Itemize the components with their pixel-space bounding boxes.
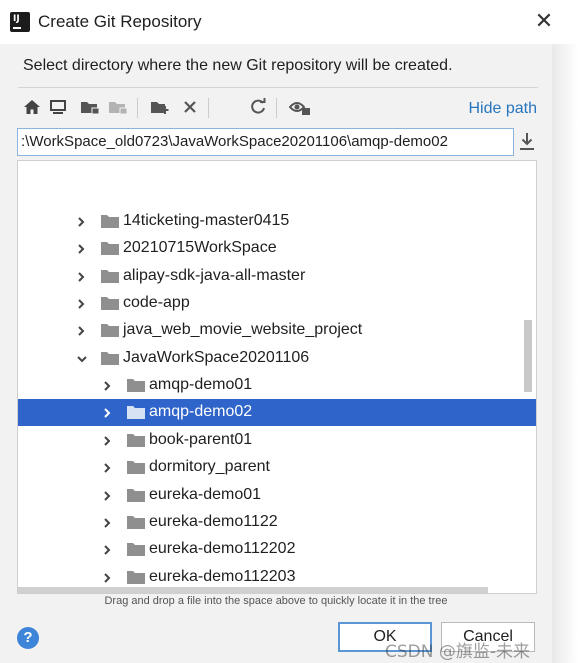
tree-row-label: eureka-demo1122 — [149, 512, 278, 530]
tree-row-label: amqp-demo02 — [149, 403, 253, 421]
tree-row-label: JavaWorkSpace20201106 — [123, 348, 310, 366]
folder-icon — [127, 570, 145, 584]
folder-icon — [127, 378, 145, 393]
download-icon[interactable] — [518, 130, 538, 154]
tree-row[interactable]: java_web_movie_website_project — [18, 317, 536, 344]
horizontal-scrollbar[interactable] — [18, 587, 488, 593]
tree-row-label: java_web_movie_website_project — [123, 321, 363, 339]
tree-row[interactable]: 14ticketing-master0415 — [18, 208, 536, 235]
tree-row-label: eureka-demo112202 — [149, 540, 296, 558]
chevron-right-icon[interactable] — [76, 270, 86, 282]
window-title: Create Git Repository — [38, 12, 202, 31]
chevron-right-icon[interactable] — [102, 571, 112, 583]
toolbar-separator — [208, 98, 209, 118]
toolbar-separator — [276, 98, 277, 118]
chevron-right-icon[interactable] — [102, 379, 112, 391]
tree-row[interactable]: dormitory_parent — [18, 454, 536, 481]
folder-icon — [101, 241, 119, 256]
tree-row[interactable]: code-app — [18, 290, 536, 317]
close-button[interactable]: ✕ — [530, 8, 558, 36]
tree-row-label: alipay-sdk-java-all-master — [123, 266, 306, 284]
tree-row-label: 20210715WorkSpace — [123, 239, 277, 257]
tree-row[interactable]: 20210715WorkSpace — [18, 235, 536, 262]
tree-row[interactable]: amqp-demo01 — [18, 372, 536, 399]
dialog-description: Select directory where the new Git repos… — [23, 57, 453, 74]
watermark: CSDN @旗监-未来 — [385, 642, 531, 662]
tree-row[interactable]: eureka-demo01 — [18, 482, 536, 509]
chevron-right-icon[interactable] — [102, 406, 112, 419]
vertical-scrollbar[interactable] — [524, 320, 532, 392]
folder-icon — [127, 542, 145, 557]
folder-icon — [127, 460, 145, 475]
dialog-body: Select directory where the new Git repos… — [0, 44, 552, 663]
help-button[interactable]: ? — [17, 627, 39, 649]
window-edge-shadow — [552, 44, 578, 663]
directory-tree[interactable]: 14ticketing-master0415 20210715WorkSpace a… — [17, 160, 537, 594]
chevron-right-icon[interactable] — [102, 434, 112, 446]
chevron-right-icon[interactable] — [76, 324, 86, 337]
tree-row-label: dormitory_parent — [149, 458, 270, 476]
tree-row[interactable]: eureka-demo112202 — [18, 536, 536, 563]
home-icon[interactable] — [20, 94, 44, 120]
tree-row[interactable]: JavaWorkSpace20201106 — [18, 345, 536, 372]
delete-icon[interactable] — [178, 94, 202, 120]
tree-row[interactable]: alipay-sdk-java-all-master — [18, 263, 536, 290]
folder-icon — [101, 214, 119, 228]
chevron-right-icon[interactable] — [102, 489, 112, 501]
folder-icon — [101, 323, 119, 338]
intellij-logo-icon: IJ — [8, 10, 30, 32]
folder-icon — [101, 269, 119, 283]
chevron-right-icon[interactable] — [102, 516, 112, 528]
chevron-right-icon[interactable] — [76, 242, 86, 255]
hide-path-link[interactable]: Hide path — [469, 100, 538, 118]
desktop-icon[interactable] — [46, 94, 70, 120]
folder-icon — [101, 351, 119, 365]
tree-row-label: amqp-demo01 — [149, 376, 253, 394]
title-bar: IJ Create Git Repository ✕ — [0, 0, 578, 44]
chevron-right-icon[interactable] — [76, 297, 86, 309]
tree-row-label: code-app — [123, 294, 190, 312]
tree-row-label: eureka-demo112203 — [149, 567, 296, 585]
chevron-right-icon[interactable] — [76, 215, 86, 227]
folder-icon — [127, 515, 145, 529]
chevron-right-icon[interactable] — [102, 461, 112, 473]
tree-row[interactable]: eureka-demo1122 — [18, 509, 536, 536]
folder-icon — [127, 488, 145, 502]
folder-icon — [127, 433, 145, 447]
folder-icon — [127, 405, 145, 420]
chevron-right-icon[interactable] — [102, 543, 112, 555]
tree-row[interactable]: amqp-demo02 — [18, 399, 536, 427]
tree-row-label: eureka-demo01 — [149, 485, 262, 503]
new-folder-icon[interactable] — [148, 94, 172, 120]
tree-row-label: book-parent01 — [149, 430, 253, 448]
tree-row[interactable]: book-parent01 — [18, 427, 536, 454]
chevron-down-icon[interactable] — [76, 352, 87, 364]
file-chooser-toolbar — [20, 94, 540, 122]
refresh-icon[interactable] — [246, 94, 270, 120]
module-folder-icon[interactable] — [106, 94, 130, 120]
project-folder-icon[interactable] — [78, 94, 102, 120]
tree-row-label: 14ticketing-master0415 — [123, 212, 290, 229]
show-hidden-icon[interactable] — [288, 94, 312, 120]
divider — [18, 87, 538, 88]
path-input[interactable]: :\WorkSpace_old0723\JavaWorkSpace2020110… — [17, 128, 514, 156]
folder-icon — [101, 296, 119, 311]
drag-drop-hint: Drag and drop a file into the space abov… — [104, 595, 448, 607]
toolbar-separator — [137, 98, 138, 118]
